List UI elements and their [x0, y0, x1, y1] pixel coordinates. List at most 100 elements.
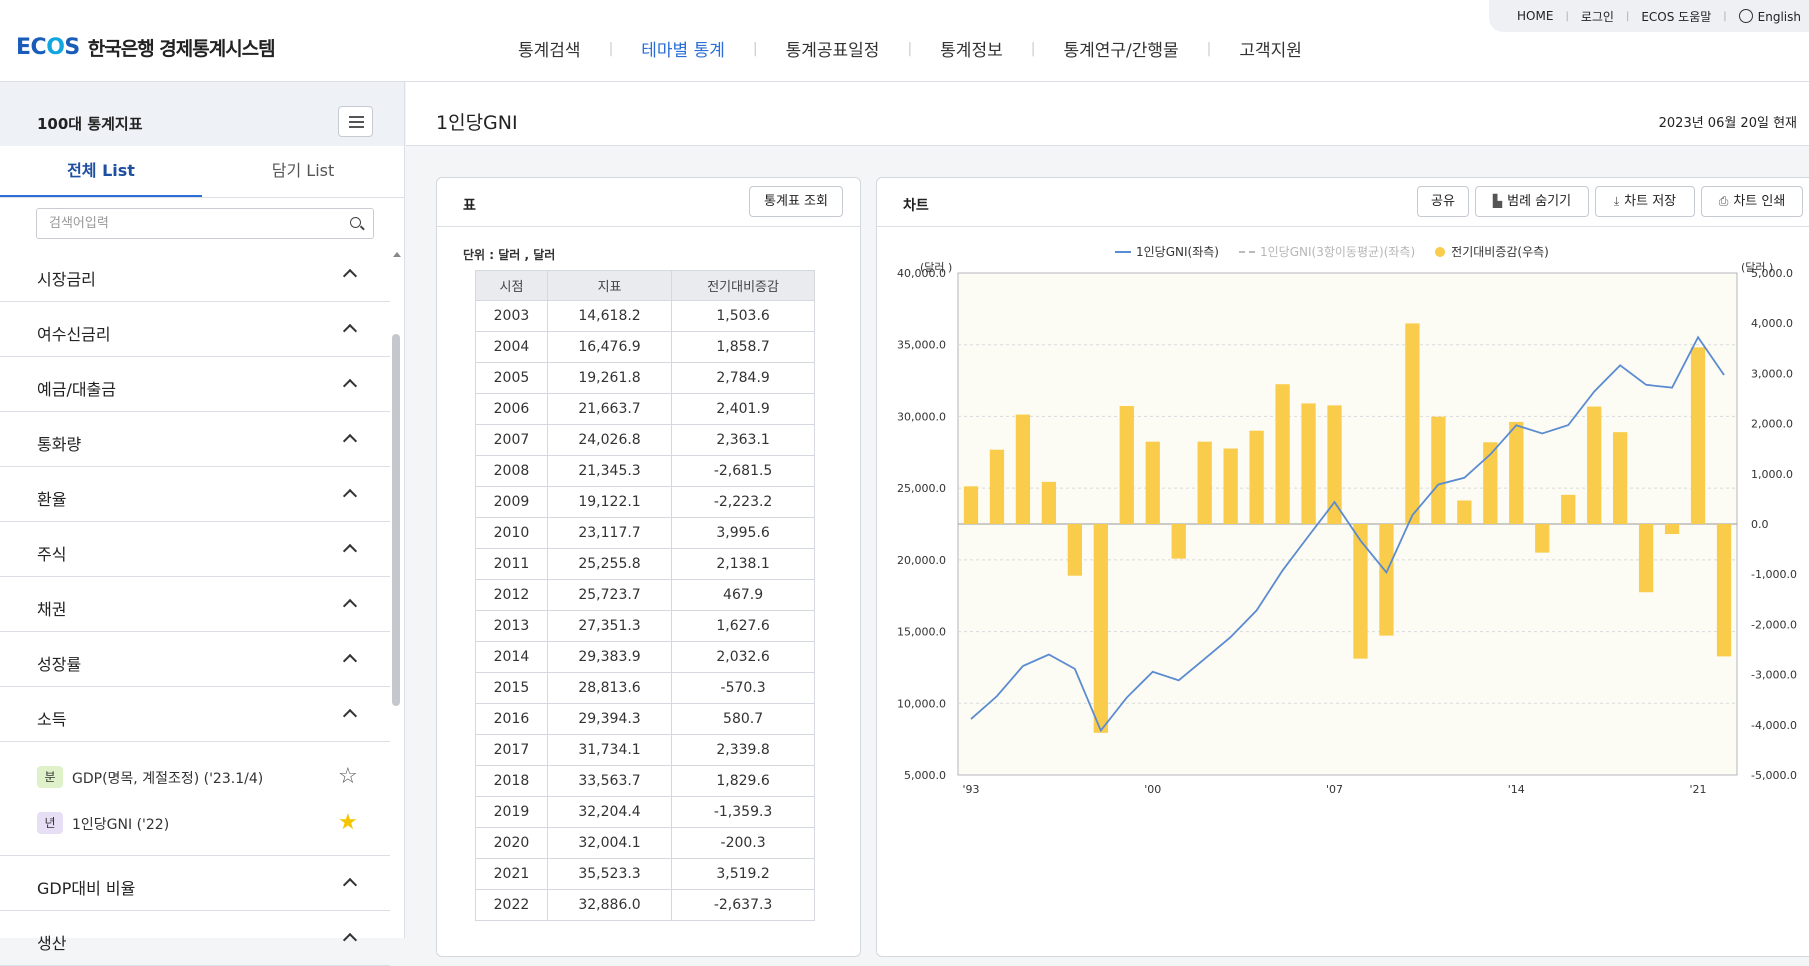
column-header-change: 전기대비증감: [671, 270, 815, 301]
star-filled-icon[interactable]: ★: [338, 810, 358, 835]
site-logo[interactable]: ECOS 한국은행 경제통계시스템: [16, 34, 276, 61]
category-bonds[interactable]: 채권: [0, 577, 390, 632]
nav-stat-info[interactable]: 통계정보: [912, 36, 1031, 61]
util-login-link[interactable]: 로그인: [1581, 8, 1614, 25]
category-deposits-loans[interactable]: 예금/대출금: [0, 357, 390, 412]
bar-change: [1015, 414, 1031, 524]
category-market-rate[interactable]: 시장금리: [0, 247, 390, 302]
nav-theme-stats[interactable]: 테마별 통계: [613, 36, 753, 61]
search-icon[interactable]: [350, 217, 361, 228]
table-cell-period: 2016: [475, 703, 548, 735]
category-money-supply[interactable]: 통화량: [0, 412, 390, 467]
table-cell-indicator: 31,734.1: [546, 734, 673, 766]
left-tick-label: 20,000.0: [897, 554, 946, 567]
save-chart-button[interactable]: ⤓ 차트 저장: [1595, 186, 1695, 217]
table-cell-change: 2,138.1: [671, 548, 815, 580]
table-cell-period: 2020: [475, 827, 548, 859]
sidebar-search-input[interactable]: 검색어입력: [36, 208, 374, 239]
scroll-up-arrow[interactable]: [393, 252, 401, 257]
table-row: 2011 25,255.8 2,138.1: [475, 548, 815, 580]
table-cell-change: -2,637.3: [671, 889, 815, 921]
table-cell-change: 1,829.6: [671, 765, 815, 797]
bar-change: [963, 486, 979, 524]
category-income[interactable]: 소득: [0, 687, 390, 742]
sidebar-scrollbar[interactable]: [392, 334, 400, 706]
nav-stat-search[interactable]: 통계검색: [490, 36, 609, 61]
page-title: 1인당GNI: [436, 112, 518, 134]
nav-release-schedule[interactable]: 통계공표일정: [758, 36, 908, 61]
chevron-up-icon: [342, 543, 358, 559]
left-tick-label: 35,000.0: [897, 339, 946, 352]
table-cell-change: 3,995.6: [671, 517, 815, 549]
table-cell-indicator: 21,663.7: [546, 393, 673, 425]
sidebar-title: 100대 통계지표: [37, 115, 143, 133]
category-growth-rate[interactable]: 성장률: [0, 632, 390, 687]
table-cell-indicator: 24,026.8: [546, 424, 673, 456]
share-button[interactable]: 공유: [1417, 186, 1469, 217]
hide-legend-button[interactable]: ▙ 범례 숨기기: [1475, 186, 1589, 217]
table-cell-indicator: 28,813.6: [546, 672, 673, 704]
category-stocks[interactable]: 주식: [0, 522, 390, 577]
right-tick-label: -3,000.0: [1751, 669, 1797, 682]
right-tick-label: -4,000.0: [1751, 719, 1797, 732]
list-view-button[interactable]: [338, 106, 373, 137]
bar-change: [1041, 481, 1057, 524]
util-help-link[interactable]: ECOS 도움말: [1641, 8, 1711, 25]
util-home-link[interactable]: HOME: [1517, 9, 1553, 23]
language-link[interactable]: English: [1738, 8, 1801, 24]
view-table-button[interactable]: 통계표 조회: [749, 186, 843, 217]
category-production[interactable]: 생산: [0, 911, 390, 966]
category-gdp-ratio[interactable]: GDP대비 비율: [0, 856, 390, 911]
chevron-up-icon: [342, 653, 358, 669]
list-item-gni[interactable]: 년 1인당GNI ('22) ★: [0, 800, 390, 846]
column-header-indicator: 지표: [546, 270, 673, 301]
bar-change: [1119, 406, 1134, 524]
table-cell-change: 2,363.1: [671, 424, 815, 456]
table-cell-period: 2018: [475, 765, 548, 797]
left-tick-label: 30,000.0: [897, 410, 946, 423]
table-row: 2021 35,523.3 3,519.2: [475, 858, 815, 890]
table-cell-indicator: 25,723.7: [546, 579, 673, 611]
bar-change: [1249, 430, 1264, 524]
bar-change: [1587, 406, 1602, 524]
nav-research[interactable]: 통계연구/간행물: [1035, 36, 1206, 61]
table-row: 2005 19,261.8 2,784.9: [475, 362, 815, 394]
bar-change: [1716, 524, 1732, 657]
utility-nav: HOME | 로그인 | ECOS 도움말 | English: [1489, 0, 1809, 32]
chart-icon: ▙: [1492, 194, 1503, 208]
main-nav: 통계검색 | 테마별 통계 | 통계공표일정 | 통계정보 | 통계연구/간행물…: [490, 36, 1330, 62]
tab-saved-list[interactable]: 담기 List: [202, 146, 404, 197]
list-item-gdp[interactable]: 분 GDP(명목, 계절조정) ('23.1/4) ☆: [0, 754, 390, 800]
column-header-period: 시점: [475, 270, 548, 301]
search-placeholder: 검색어입력: [49, 216, 109, 231]
table-cell-change: 2,339.8: [671, 734, 815, 766]
table-cell-change: -200.3: [671, 827, 815, 859]
bar-change: [1690, 347, 1706, 524]
table-cell-period: 2004: [475, 331, 548, 363]
table-panel: 표 통계표 조회 단위 : 달러 , 달러 시점 지표 전기대비증감 2003 1…: [436, 177, 861, 957]
table-cell-period: 2014: [475, 641, 548, 673]
list-item-label: GDP(명목, 계절조정) ('23.1/4): [72, 771, 264, 787]
table-row: 2020 32,004.1 -200.3: [475, 827, 815, 859]
left-tick-label: 15,000.0: [897, 626, 946, 639]
table-row: 2008 21,345.3 -2,681.5: [475, 455, 815, 487]
bar-change: [1613, 432, 1628, 524]
table-row: 2004 16,476.9 1,858.7: [475, 331, 815, 363]
chevron-up-icon: [342, 433, 358, 449]
category-deposit-loan-rate[interactable]: 여수신금리: [0, 302, 390, 357]
list-icon: [349, 121, 364, 123]
tab-all-list[interactable]: 전체 List: [0, 146, 202, 197]
left-tick-label: 25,000.0: [897, 482, 946, 495]
print-chart-button[interactable]: ⎙ 차트 인쇄: [1701, 186, 1803, 217]
star-outline-icon[interactable]: ☆: [338, 764, 358, 789]
nav-customer-support[interactable]: 고객지원: [1211, 36, 1330, 61]
table-header-row: 시점 지표 전기대비증감: [475, 270, 815, 301]
table-row: 2012 25,723.7 467.9: [475, 579, 815, 611]
legend-line-swatch: [1115, 250, 1131, 253]
table-cell-period: 2015: [475, 672, 548, 704]
table-cell-change: -1,359.3: [671, 796, 815, 828]
legend-dash-swatch: [1238, 250, 1255, 253]
chevron-up-icon: [342, 378, 358, 394]
right-tick-label: 0.0: [1751, 518, 1769, 531]
category-exchange-rate[interactable]: 환율: [0, 467, 390, 522]
